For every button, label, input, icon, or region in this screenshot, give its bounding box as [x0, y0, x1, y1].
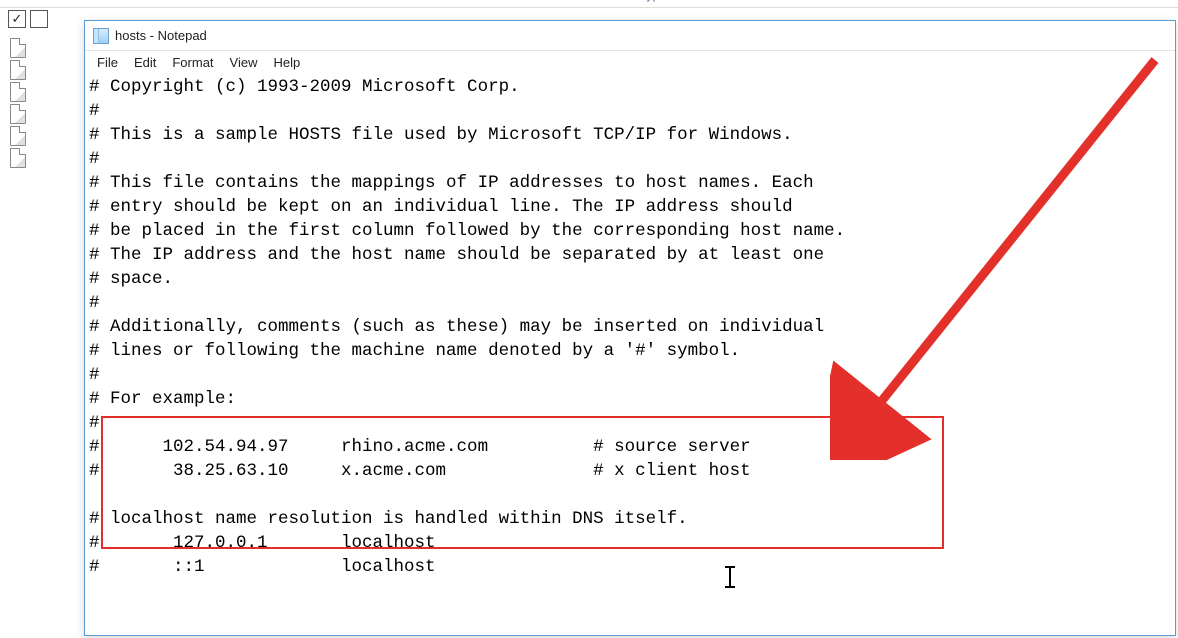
notepad-window: hosts - Notepad File Edit Format View He… [84, 20, 1176, 636]
file-icon[interactable] [10, 104, 26, 124]
menu-bar: File Edit Format View Help [85, 51, 1175, 73]
file-icon[interactable] [10, 148, 26, 168]
explorer-col-date[interactable]: Date modified [435, 0, 630, 7]
file-icon[interactable] [10, 38, 26, 58]
menu-file[interactable]: File [89, 53, 126, 72]
checkbox-empty-icon[interactable] [30, 10, 48, 28]
explorer-items-column: ✓ [0, 8, 80, 168]
explorer-row-checked[interactable]: ✓ [0, 8, 80, 30]
explorer-col-name[interactable]: Name [0, 0, 435, 7]
menu-help[interactable]: Help [265, 53, 308, 72]
explorer-col-size[interactable]: Size [830, 0, 1030, 7]
window-titlebar[interactable]: hosts - Notepad [85, 21, 1175, 51]
file-icon[interactable] [10, 126, 26, 146]
file-icon[interactable] [10, 82, 26, 102]
explorer-columns-header: Name Date modified Type Size [0, 0, 1178, 8]
window-title-text: hosts - Notepad [115, 28, 207, 43]
file-icon[interactable] [10, 60, 26, 80]
checkbox-checked-icon[interactable]: ✓ [8, 10, 26, 28]
notepad-app-icon [93, 28, 109, 44]
menu-edit[interactable]: Edit [126, 53, 164, 72]
text-area[interactable]: # Copyright (c) 1993-2009 Microsoft Corp… [85, 73, 1175, 635]
menu-view[interactable]: View [222, 53, 266, 72]
menu-format[interactable]: Format [164, 53, 221, 72]
explorer-col-type[interactable]: Type [630, 0, 830, 7]
